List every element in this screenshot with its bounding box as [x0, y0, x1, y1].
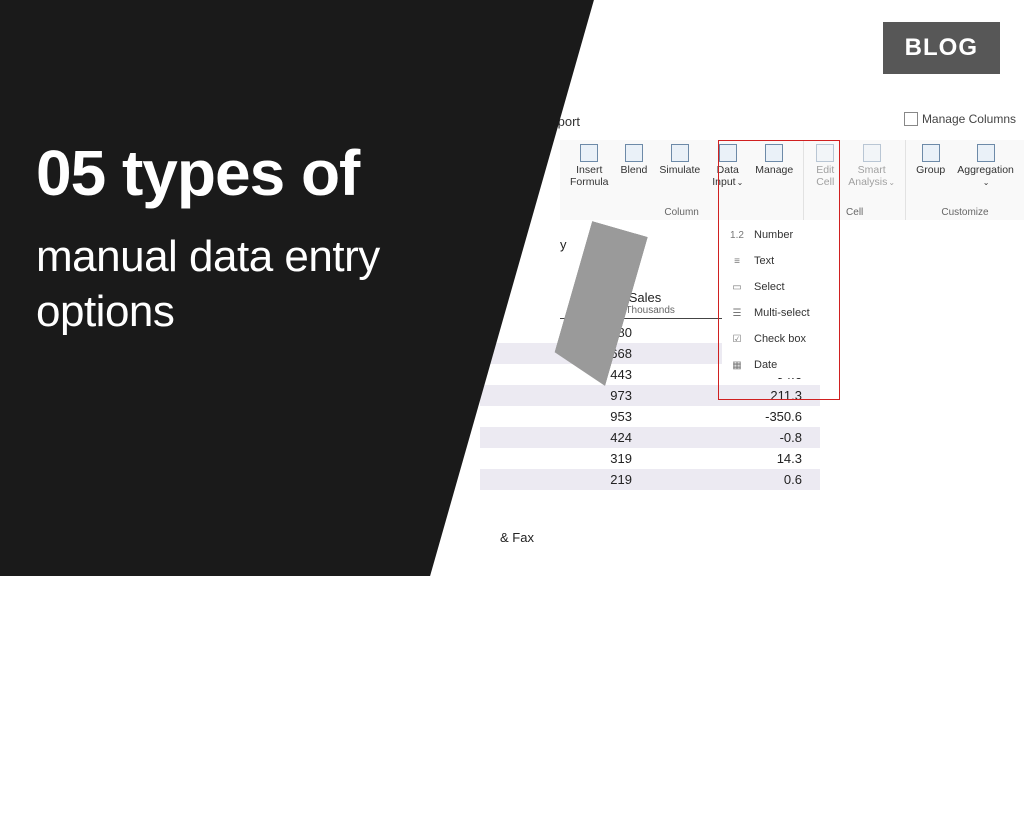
manage-columns-button[interactable]: Manage Columns: [904, 112, 1016, 126]
group-button[interactable]: Group: [910, 140, 951, 207]
table-row: 953-350.6: [480, 406, 820, 427]
menu-item-date[interactable]: ▦ Date: [722, 352, 838, 378]
ribbon-group-customize: Group Aggregation⌄ Customize: [906, 140, 1024, 220]
blog-badge: BLOG: [883, 22, 1000, 74]
group-label-cell: Cell: [808, 207, 901, 220]
chevron-down-icon: ⌄: [888, 178, 895, 187]
checkbox-icon: ☑: [730, 333, 744, 345]
columns-icon: [904, 112, 918, 126]
smart-analysis-icon: [863, 144, 881, 162]
menu-item-multi-select[interactable]: ☰ Multi-select: [722, 300, 838, 326]
simulate-button[interactable]: Simulate: [653, 140, 706, 207]
insert-formula-button[interactable]: Insert Formula: [564, 140, 615, 207]
fragment-y: y: [560, 237, 567, 252]
headline-sub: manual data entry options: [36, 229, 476, 339]
edit-cell-button: Edit Cell: [808, 140, 842, 207]
chevron-down-icon: ⌄: [737, 178, 744, 187]
menu-item-check-box[interactable]: ☑ Check box: [722, 326, 838, 352]
multi-select-icon: ☰: [730, 307, 744, 319]
aggregation-icon: [977, 144, 995, 162]
table-row: 31914.3: [480, 448, 820, 469]
data-input-dropdown: 1.2 Number ≡ Text ▭ Select ☰ Multi-selec…: [722, 222, 838, 378]
group-label-column: Column: [564, 207, 799, 220]
group-label-customize: Customize: [910, 207, 1020, 220]
ribbon-toolbar: Insert Formula Blend Simulate Data Input…: [560, 140, 1024, 220]
data-input-button[interactable]: Data Input⌄: [706, 140, 749, 207]
manage-icon: [765, 144, 783, 162]
edit-cell-icon: [816, 144, 834, 162]
formula-icon: [580, 144, 598, 162]
smart-analysis-button: Smart Analysis⌄: [842, 140, 901, 207]
chevron-down-icon: ⌄: [983, 178, 990, 187]
table-row: 973211.3: [480, 385, 820, 406]
headline: 05 types of manual data entry options: [36, 140, 476, 339]
aggregation-button[interactable]: Aggregation⌄: [951, 140, 1020, 207]
table-row: 424-0.8: [480, 427, 820, 448]
group-icon: [922, 144, 940, 162]
ribbon-group-cell: Edit Cell Smart Analysis⌄ Cell: [804, 140, 906, 220]
headline-big: 05 types of: [36, 140, 476, 207]
menu-item-number[interactable]: 1.2 Number: [722, 222, 838, 248]
select-icon: ▭: [730, 281, 744, 293]
table-row: 2190.6: [480, 469, 820, 490]
text-icon: ≡: [730, 255, 744, 267]
simulate-icon: [671, 144, 689, 162]
blend-button[interactable]: Blend: [615, 140, 654, 207]
data-input-icon: [719, 144, 737, 162]
manage-button[interactable]: Manage: [749, 140, 799, 207]
number-icon: 1.2: [730, 229, 744, 241]
manage-columns-label: Manage Columns: [922, 112, 1016, 126]
blend-icon: [625, 144, 643, 162]
date-icon: ▦: [730, 359, 744, 371]
row-label-fragment: & Fax: [500, 530, 534, 545]
ribbon-group-column: Insert Formula Blend Simulate Data Input…: [560, 140, 804, 220]
menu-item-text[interactable]: ≡ Text: [722, 248, 838, 274]
menu-item-select[interactable]: ▭ Select: [722, 274, 838, 300]
